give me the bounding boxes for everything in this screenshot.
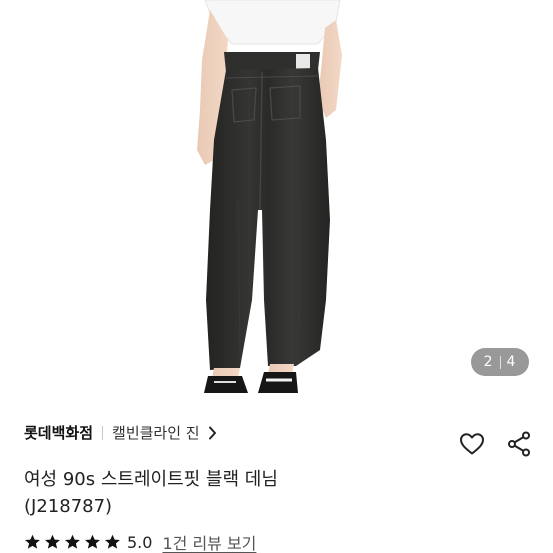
view-reviews-link[interactable]: 1건 리뷰 보기: [162, 530, 256, 553]
heart-outline-icon[interactable]: [459, 432, 485, 460]
brand-breadcrumb: 롯데백화점 캘빈클라인 진: [24, 422, 217, 443]
rating-score: 5.0: [127, 532, 153, 552]
product-detail-page: 2 4 롯데백화점 캘빈클라인 진 여성 90s 스트레이트핏 블랙 데님 (J…: [0, 0, 553, 553]
store-name[interactable]: 롯데백화점: [24, 422, 93, 443]
brand-name: 캘빈클라인 진: [112, 424, 200, 442]
current-image-index: 2: [483, 354, 494, 370]
share-icon[interactable]: [507, 431, 531, 461]
brand-divider: [102, 425, 104, 440]
star-rating: [24, 534, 121, 550]
product-actions: [459, 431, 531, 461]
chevron-right-icon: [208, 426, 217, 440]
star-filled-icon: [25, 534, 40, 549]
product-photo: [197, 0, 342, 393]
image-page-indicator: 2 4: [471, 348, 529, 376]
brand-link[interactable]: 캘빈클라인 진: [112, 422, 217, 443]
product-title-line-1: 여성 90s 스트레이트핏 블랙 데님: [24, 469, 278, 490]
rating-summary: 5.0 1건 리뷰 보기: [24, 530, 256, 553]
star-filled-icon: [105, 534, 120, 549]
total-image-count: 4: [506, 354, 517, 370]
product-info-section: 롯데백화점 캘빈클라인 진 여성 90s 스트레이트핏 블랙 데님 (J2187…: [0, 393, 553, 553]
indicator-divider: [499, 355, 501, 369]
product-image-gallery[interactable]: 2 4: [0, 0, 553, 393]
product-title-line-2: (J218787): [24, 496, 113, 517]
star-filled-icon: [85, 534, 100, 549]
product-title: 여성 90s 스트레이트핏 블랙 데님 (J218787): [24, 466, 444, 520]
star-filled-icon: [65, 534, 80, 549]
star-filled-icon: [45, 534, 60, 549]
